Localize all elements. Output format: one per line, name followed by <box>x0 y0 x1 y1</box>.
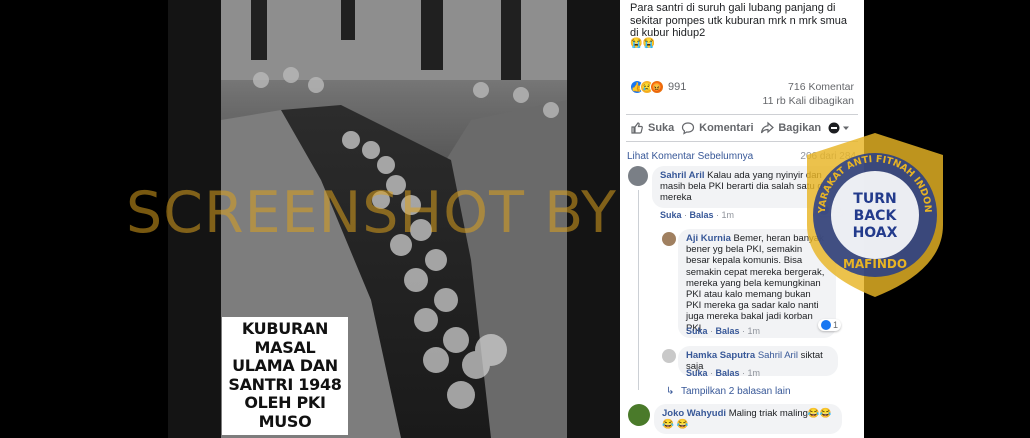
comment-author[interactable]: Aji Kurnia <box>686 233 731 244</box>
comment-emoji: 😂 <box>676 419 689 431</box>
comment-reply-link[interactable]: Balas <box>716 326 740 336</box>
post-side-panel: Para santri di suruh gali lubang panjang… <box>620 0 864 438</box>
share-icon <box>761 121 775 134</box>
comment-reaction-badge[interactable]: 1 <box>818 319 842 331</box>
like-reaction-icon <box>819 205 829 215</box>
like-button[interactable]: Suka <box>630 121 674 135</box>
caption-line: MUSO <box>258 411 312 431</box>
avatar[interactable] <box>662 232 676 246</box>
like-button-label: Suka <box>648 122 675 134</box>
like-reaction-icon <box>821 320 831 330</box>
comment-bubble: Joko Wahyudi Maling triak maling😂😂😂 😂 <box>654 404 842 435</box>
post-emoji: 😭😭 <box>630 38 655 49</box>
share-button-label: Bagikan <box>778 122 822 134</box>
comment-like-link[interactable]: Suka <box>686 326 708 336</box>
post-text: Para santri di suruh gali lubang panjang… <box>630 2 848 39</box>
caption-line: MASAL <box>254 337 316 357</box>
comment-text: Bemer, heran banyak bener yg bela PKI, s… <box>686 233 825 334</box>
comment-button[interactable]: Komentari <box>681 121 754 135</box>
audience-selector[interactable] <box>828 121 854 135</box>
comment-mention[interactable]: Sahril Aril <box>758 350 798 361</box>
reaction-summary[interactable]: 👍 😢 😡 991 <box>630 80 686 94</box>
previous-comments-link[interactable]: Lihat Komentar Sebelumnya <box>627 151 753 162</box>
share-button[interactable]: Bagikan <box>760 121 821 135</box>
comment-reply-link[interactable]: Balas <box>690 210 714 220</box>
photo-caption-box: KUBURAN MASAL ULAMA DAN SANTRI 1948 OLEH… <box>222 317 348 435</box>
post-action-bar: Suka Komentari Bagikan <box>626 114 858 142</box>
comment-author[interactable]: Hamka Saputra <box>686 350 755 361</box>
thumbs-up-icon <box>631 122 643 134</box>
comment-meta: Suka · Balas · 1m <box>686 368 761 378</box>
angry-reaction-icon: 😡 <box>650 80 664 94</box>
screenshot-stage: KUBURAN MASAL ULAMA DAN SANTRI 1948 OLEH… <box>0 0 1030 438</box>
caption-line: SANTRI 1948 <box>228 374 342 394</box>
avatar[interactable] <box>628 166 648 186</box>
caption-line: KUBURAN <box>241 319 329 338</box>
avatar[interactable] <box>662 349 676 363</box>
comment-count[interactable]: 716 Komentar <box>788 81 854 93</box>
comment-time[interactable]: 1m <box>722 210 735 220</box>
profile-chevron-down-icon <box>828 122 849 134</box>
show-more-replies-link[interactable]: ↳ Tampilkan 2 balasan lain <box>666 386 791 397</box>
comment-reaction-count: 1 <box>833 320 839 330</box>
comment-author[interactable]: Joko Wahyudi <box>662 408 726 419</box>
comment-reaction-count: 10 <box>831 205 842 215</box>
caption-line: OLEH PKI <box>244 393 326 412</box>
comment-meta: Suka · Balas · 1m <box>686 326 761 336</box>
comment-meta: Suka · Balas · 1m <box>660 210 735 220</box>
comment-reaction-badge[interactable]: 10 <box>816 204 845 216</box>
reply-arrow-icon: ↳ <box>666 386 675 397</box>
comment-button-label: Komentari <box>699 122 754 134</box>
avatar[interactable] <box>628 404 650 426</box>
comment-bubble: Sahril Aril Kalau ada yang nyinyir dan m… <box>652 166 856 208</box>
show-more-replies-label: Tampilkan 2 balasan lain <box>681 386 791 397</box>
comment-like-link[interactable]: Suka <box>660 210 682 220</box>
comment-like-link[interactable]: Suka <box>686 368 708 378</box>
comment-time[interactable]: 1m <box>748 368 761 378</box>
share-count[interactable]: 11 rb Kali dibagikan <box>763 95 854 107</box>
comment-bubble: Aji Kurnia Bemer, heran banyak bener yg … <box>678 229 836 338</box>
caption-line: ULAMA DAN <box>232 356 338 375</box>
comments-shown-count: 206 dari 284 <box>800 151 856 162</box>
reaction-count: 991 <box>668 81 687 93</box>
comment-time[interactable]: 1m <box>748 326 761 336</box>
thread-line <box>638 190 639 390</box>
comment-icon <box>682 122 695 135</box>
comment-reply-link[interactable]: Balas <box>716 368 740 378</box>
comment-author[interactable]: Sahril Aril <box>660 170 705 181</box>
